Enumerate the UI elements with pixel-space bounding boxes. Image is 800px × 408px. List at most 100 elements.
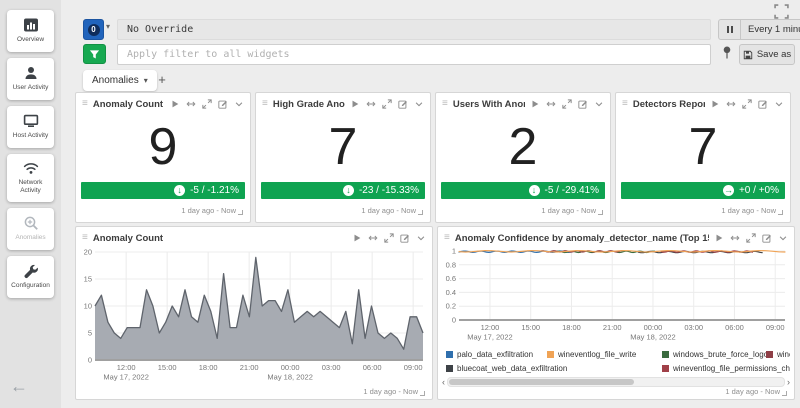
legend-item[interactable]: wineventlog_file_write [547, 350, 662, 359]
play-icon[interactable] [352, 233, 362, 243]
sidebar-item-user-activity[interactable]: User Activity [7, 58, 54, 100]
collapse-icon[interactable] [414, 99, 424, 109]
time-override-field[interactable] [117, 19, 711, 40]
edit-icon[interactable] [218, 99, 228, 109]
maximize-icon[interactable] [562, 99, 572, 109]
add-tab-button[interactable]: + [153, 71, 171, 89]
svg-text:May 17, 2022: May 17, 2022 [103, 373, 148, 382]
save-as-label: Save as [757, 49, 791, 60]
play-icon[interactable] [714, 233, 724, 243]
move-icon[interactable] [186, 99, 196, 109]
collapse-sidebar-icon[interactable]: ← [10, 376, 28, 397]
widget-title: Detectors Reporting [633, 99, 705, 110]
edit-icon[interactable] [758, 99, 768, 109]
svg-text:12:00: 12:00 [117, 363, 136, 372]
legend-item[interactable]: wineventlog_file_permissions_change [662, 364, 790, 373]
tab-anomalies[interactable]: Anomalies ▾ [83, 70, 157, 91]
maximize-icon[interactable] [742, 99, 752, 109]
drag-handle-icon[interactable]: ≡ [262, 99, 268, 109]
scroll-left-icon[interactable]: ‹ [442, 377, 445, 387]
play-icon[interactable] [530, 99, 540, 109]
svg-text:21:00: 21:00 [240, 363, 259, 372]
collapse-icon[interactable] [594, 99, 604, 109]
apply-filter-button[interactable] [83, 44, 106, 64]
resize-handle[interactable] [420, 391, 425, 396]
svg-text:0.8: 0.8 [446, 260, 456, 269]
drag-handle-icon[interactable]: ≡ [622, 99, 628, 109]
edit-icon[interactable] [762, 233, 772, 243]
resize-handle[interactable] [238, 210, 243, 215]
collapse-icon[interactable] [778, 233, 788, 243]
sidebar-item-network-activity[interactable]: Network Activity [7, 154, 54, 202]
delta-text: -5 / -29.41% [545, 185, 599, 196]
drag-handle-icon[interactable]: ≡ [442, 99, 448, 109]
maximize-icon[interactable] [384, 233, 394, 243]
pause-button[interactable] [719, 20, 741, 39]
maximize-icon[interactable] [382, 99, 392, 109]
delta-bar: ↓ -5 / -29.41% [441, 182, 605, 199]
collapse-icon[interactable] [234, 99, 244, 109]
user-icon [23, 65, 39, 81]
time-override-button[interactable]: 0 [83, 19, 104, 40]
resize-handle[interactable] [418, 210, 423, 215]
maximize-icon[interactable] [746, 233, 756, 243]
filter-icon [89, 49, 100, 60]
legend-item[interactable]: bluecoat_web_data_exfiltration [446, 364, 662, 373]
resize-handle[interactable] [782, 391, 787, 396]
widget-high-grade-anomalies-stat: ≡ High Grade Anomalies 7 ↓ -23 / -15.33%… [255, 92, 431, 223]
global-filter-input[interactable] [117, 44, 711, 65]
resize-handle[interactable] [778, 210, 783, 215]
time-range-label: 1 day ago - Now [541, 206, 596, 215]
play-icon[interactable] [350, 99, 360, 109]
scrollbar-track[interactable] [447, 377, 785, 387]
edit-icon[interactable] [398, 99, 408, 109]
edit-icon[interactable] [578, 99, 588, 109]
trend-icon: ↓ [343, 185, 354, 196]
move-icon[interactable] [368, 233, 378, 243]
resize-handle[interactable] [598, 210, 603, 215]
svg-text:0.2: 0.2 [446, 302, 456, 311]
collapse-icon[interactable] [416, 233, 426, 243]
pin-icon[interactable] [722, 45, 732, 60]
move-icon[interactable] [730, 233, 740, 243]
legend-label: wineventlog [777, 350, 790, 359]
sidebar-item-host-activity[interactable]: Host Activity [7, 106, 54, 148]
chevron-down-icon: ▾ [144, 76, 148, 85]
refresh-interval-group: Every 1 minute ▾ [718, 19, 800, 40]
svg-text:0.4: 0.4 [446, 288, 456, 297]
move-icon[interactable] [546, 99, 556, 109]
play-icon[interactable] [710, 99, 720, 109]
fullscreen-icon[interactable] [774, 4, 789, 19]
drag-handle-icon[interactable]: ≡ [82, 99, 88, 109]
refresh-interval-dropdown[interactable]: Every 1 minute ▾ [741, 20, 800, 39]
wrench-icon [23, 263, 39, 279]
svg-text:15:00: 15:00 [158, 363, 177, 372]
scroll-right-icon[interactable]: › [787, 377, 790, 387]
dashboard-app: Overview User Activity Host Activity Net… [0, 0, 800, 408]
collapse-icon[interactable] [774, 99, 784, 109]
time-override-icon: 0 [88, 24, 100, 36]
maximize-icon[interactable] [202, 99, 212, 109]
play-icon[interactable] [170, 99, 180, 109]
sidebar-item-configuration[interactable]: Configuration [7, 256, 54, 298]
sidebar-item-overview[interactable]: Overview [7, 10, 54, 52]
drag-handle-icon[interactable]: ≡ [444, 233, 450, 243]
wifi-icon [23, 160, 39, 176]
drag-handle-icon[interactable]: ≡ [82, 233, 88, 243]
move-icon[interactable] [366, 99, 376, 109]
time-override-caret-icon[interactable]: ▾ [106, 22, 110, 31]
svg-text:5: 5 [88, 329, 92, 338]
sidebar-item-anomalies[interactable]: Anomalies [7, 208, 54, 250]
legend-swatch-icon [766, 351, 773, 358]
edit-icon[interactable] [400, 233, 410, 243]
legend-item[interactable]: windows_brute_force_logon [662, 350, 766, 359]
scrollbar-thumb[interactable] [449, 379, 634, 385]
save-as-button[interactable]: Save as [739, 44, 795, 65]
time-range-label: 1 day ago - Now [361, 206, 416, 215]
svg-text:12:00: 12:00 [481, 323, 500, 332]
legend-item[interactable]: wineventlog [766, 350, 790, 359]
move-icon[interactable] [726, 99, 736, 109]
legend-item[interactable]: palo_data_exfiltration [446, 350, 547, 359]
widget-title: Users With Anomalies [453, 99, 525, 110]
stat-value: 7 [616, 121, 790, 173]
